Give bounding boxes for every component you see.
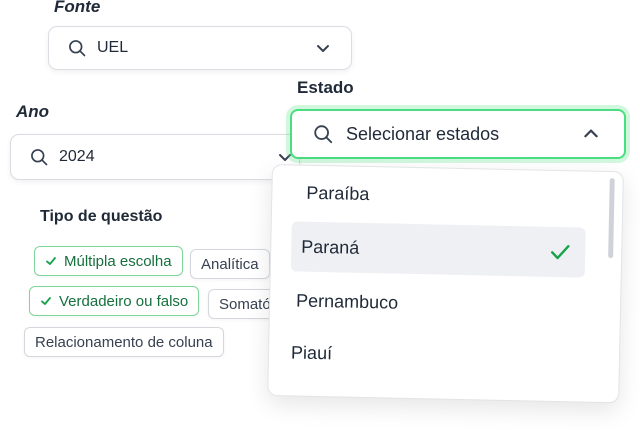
search-icon	[314, 125, 333, 144]
estado-dropdown: Paraíba Paraná Pernambuco Piauí	[267, 164, 624, 404]
chip-label: Relacionamento de coluna	[35, 333, 213, 351]
option-label: Paraná	[301, 236, 360, 258]
option-label: Pernambuco	[295, 290, 399, 313]
chip-label: Múltipla escolha	[64, 252, 172, 270]
ano-label: Ano	[16, 102, 50, 121]
option-label: Piauí	[290, 341, 333, 363]
chip-relacionamento-de-coluna[interactable]: Relacionamento de coluna	[24, 327, 224, 357]
check-icon	[41, 297, 51, 305]
fonte-label: Fonte	[54, 0, 101, 16]
option-label: Paraíba	[306, 182, 370, 204]
ano-select[interactable]: 2024	[10, 134, 300, 180]
ano-value: 2024	[59, 148, 95, 165]
fonte-select[interactable]: UEL	[48, 26, 352, 70]
chip-multipla-escolha[interactable]: Múltipla escolha	[34, 246, 183, 276]
option-parana[interactable]: Paraná	[290, 221, 586, 278]
chevron-up-icon[interactable]	[582, 125, 600, 143]
search-icon	[31, 149, 48, 166]
check-icon	[46, 257, 56, 265]
estado-select[interactable]: Selecionar estados	[290, 109, 626, 159]
search-icon	[69, 40, 86, 57]
tipo-label: Tipo de questão	[40, 208, 163, 225]
chevron-down-icon[interactable]	[315, 40, 331, 56]
chip-analitica[interactable]: Analítica	[190, 249, 270, 279]
option-pernambuco[interactable]: Pernambuco	[296, 288, 399, 316]
option-piaui[interactable]: Piauí	[291, 339, 333, 366]
fonte-value: UEL	[97, 39, 129, 56]
estado-label: Estado	[297, 78, 354, 97]
option-paraiba[interactable]: Paraíba	[306, 180, 370, 207]
check-icon	[551, 245, 570, 260]
chip-label: Analítica	[201, 255, 259, 273]
chip-label: Verdadeiro ou falso	[59, 292, 189, 310]
estado-placeholder: Selecionar estados	[346, 123, 500, 144]
chip-verdadeiro-ou-falso[interactable]: Verdadeiro ou falso	[29, 286, 200, 316]
scrollbar[interactable]	[608, 178, 615, 259]
